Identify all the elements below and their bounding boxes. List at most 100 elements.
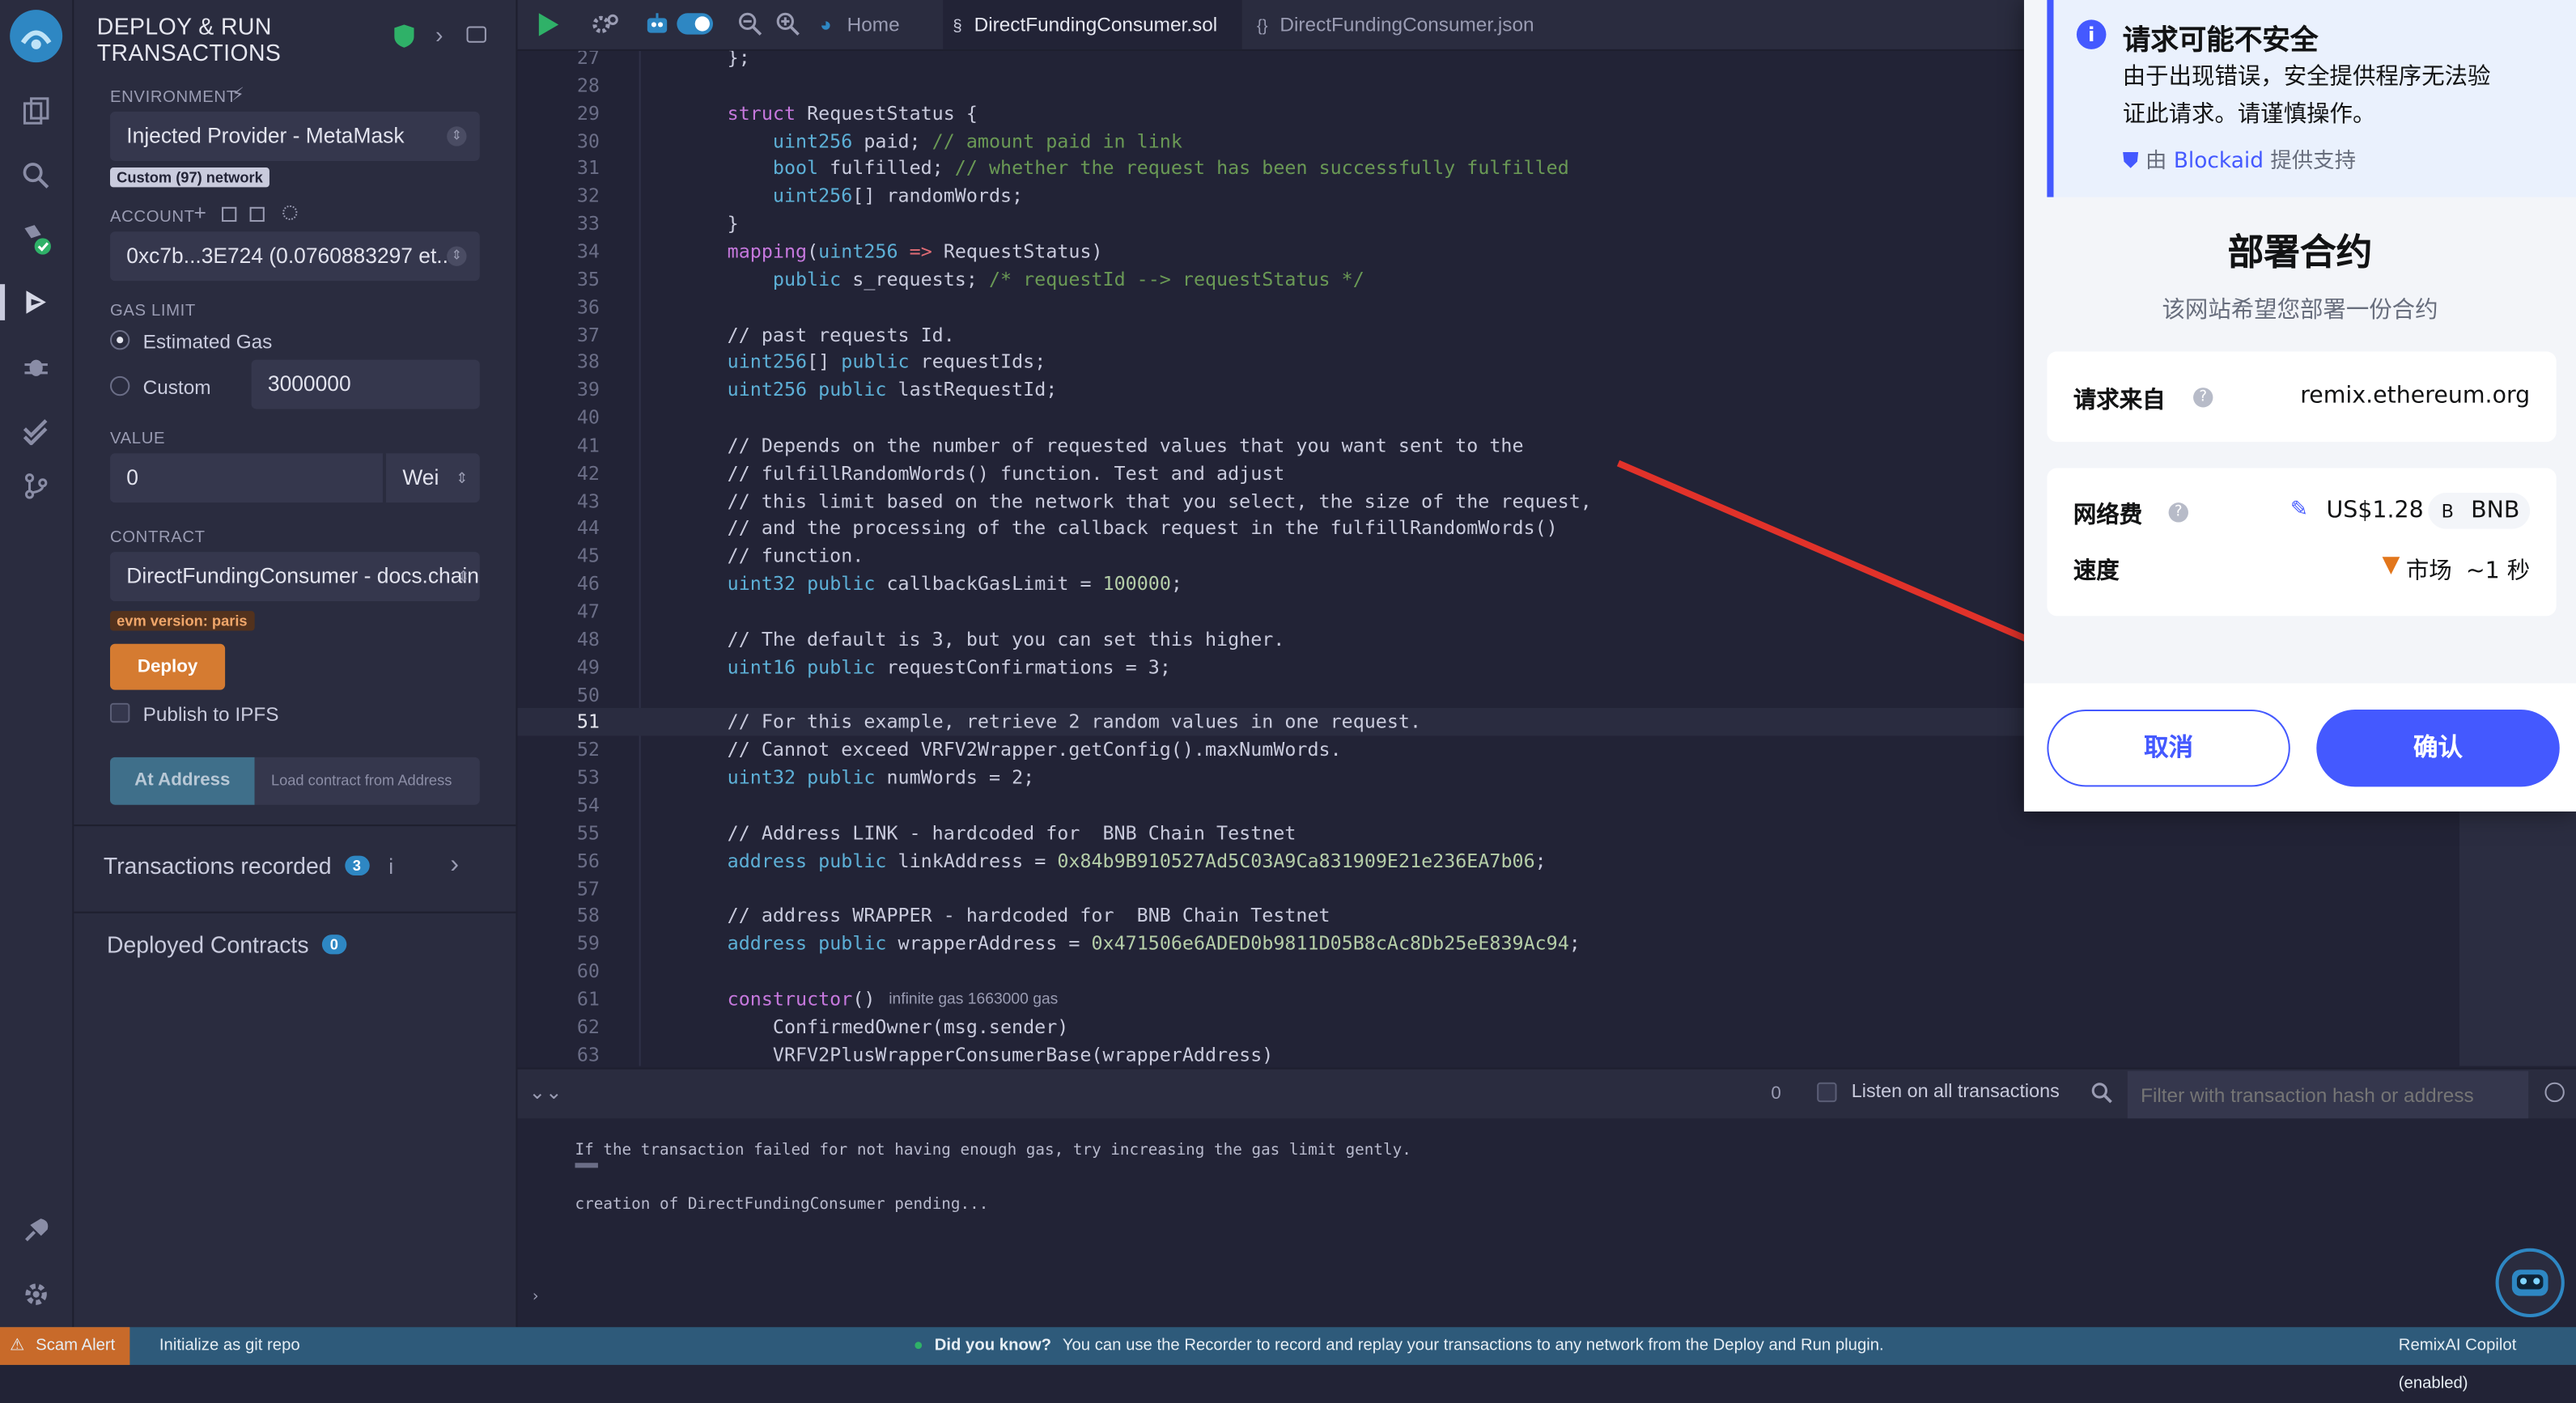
terminal-prompt[interactable]: › xyxy=(531,1288,541,1306)
confirm-button[interactable]: 确认 xyxy=(2316,709,2560,787)
line-number: 46 xyxy=(576,571,600,596)
transactions-recorded-row[interactable]: Transactions recorded 3 i xyxy=(104,853,393,879)
code-line[interactable]: 58 // address WRAPPER - hardcoded for BN… xyxy=(517,902,2576,930)
warning-title: 请求可能不安全 xyxy=(2122,24,2319,58)
code-line[interactable]: 61 constructor() infinite gas 1663000 gas xyxy=(517,985,2576,1014)
custom-gas-input[interactable]: 3000000 xyxy=(251,359,480,409)
line-number: 47 xyxy=(576,599,600,623)
plugin-manager-icon[interactable] xyxy=(16,1210,56,1250)
contract-select[interactable]: DirectFundingConsumer - docs.chain ⇕ xyxy=(110,552,480,601)
terminal-line: If the transaction failed for not having… xyxy=(575,1141,1411,1160)
panel-layout-icon[interactable] xyxy=(466,26,486,43)
code-text: uint256[] randomWords; xyxy=(772,184,1024,208)
deploy-button[interactable]: Deploy xyxy=(110,643,226,690)
value-unit-select[interactable]: Wei ⇕ xyxy=(384,453,480,503)
updown-arrow-icon: ⇕ xyxy=(457,568,470,585)
debugger-icon[interactable] xyxy=(16,346,56,386)
blockaid-link[interactable]: Blockaid xyxy=(2174,150,2264,174)
code-line[interactable]: 59 address public wrapperAddress = 0x471… xyxy=(517,930,2576,958)
environment-label: ENVIRONMENT xyxy=(110,88,237,107)
code-text: // past requests Id. xyxy=(681,322,955,346)
code-line[interactable]: 57 xyxy=(517,875,2576,903)
solidity-compiler-icon[interactable] xyxy=(16,220,56,260)
status-bar: ⚠ Scam Alert Initialize as git repo ● Di… xyxy=(0,1327,2576,1392)
remix-logo-icon[interactable] xyxy=(10,10,63,63)
code-text: mapping(uint256 => RequestStatus) xyxy=(727,239,1103,263)
speed-label: 速度 xyxy=(2073,558,2120,585)
ai-robot-icon[interactable] xyxy=(644,11,670,46)
code-line[interactable]: 55 // Address LINK - hardcoded for BNB C… xyxy=(517,820,2576,848)
tab-home[interactable]: ◕ Home xyxy=(813,0,948,49)
scam-alert-button[interactable]: ⚠ Scam Alert xyxy=(0,1327,130,1365)
compile-settings-icon[interactable] xyxy=(590,10,620,48)
line-number: 35 xyxy=(576,267,600,290)
settings-gear-icon[interactable] xyxy=(16,1274,56,1314)
edit-fee-icon[interactable]: ✎ xyxy=(2290,498,2308,522)
security-warning: i 请求可能不安全 由于出现错误，安全提供程序无法验 证此请求。请谨慎操作。 ⛊ … xyxy=(2047,0,2576,197)
custom-gas-radio[interactable] xyxy=(110,375,130,396)
help-icon[interactable]: ? xyxy=(2168,502,2188,523)
code-text: public s_requests; /* requestId --> requ… xyxy=(772,267,1364,290)
code-text: address public linkAddress = 0x84b9B9105… xyxy=(727,848,1547,872)
add-account-icon[interactable]: + xyxy=(194,201,206,225)
code-line[interactable]: 62 ConfirmedOwner(msg.sender) xyxy=(517,1013,2576,1041)
code-text: uint256[] public requestIds; xyxy=(727,350,1046,374)
git-icon[interactable] xyxy=(16,467,56,507)
collapse-terminal-icon[interactable]: ⌄⌄ xyxy=(529,1081,562,1104)
info-icon[interactable]: i xyxy=(388,854,393,879)
popup-footer: 取消 确认 xyxy=(2023,683,2576,812)
transaction-filter-input[interactable] xyxy=(2127,1070,2529,1119)
zoom-in-icon[interactable] xyxy=(775,11,800,45)
cancel-button[interactable]: 取消 xyxy=(2047,709,2290,787)
active-indicator xyxy=(0,284,6,320)
at-address-button[interactable]: At Address xyxy=(110,757,255,805)
account-select[interactable]: 0xc7b...3E724 (0.0760883297 et... ⇕ xyxy=(110,231,480,282)
search-icon[interactable] xyxy=(16,156,56,196)
code-line[interactable]: 56 address public linkAddress = 0x84b9B9… xyxy=(517,847,2576,875)
transactions-count-badge: 3 xyxy=(344,855,370,875)
estimated-gas-radio[interactable] xyxy=(110,330,130,350)
chevron-right-icon[interactable]: › xyxy=(435,21,443,47)
line-number: 29 xyxy=(576,101,600,125)
file-explorer-icon[interactable] xyxy=(16,92,56,132)
progress-bar xyxy=(575,1163,598,1168)
warning-body: 由于出现错误，安全提供程序无法验 证此请求。请谨慎操作。 xyxy=(2122,64,2491,129)
json-file-icon: {} xyxy=(1256,18,1268,36)
warning-icon: ⚠ xyxy=(10,1337,25,1355)
unit-testing-icon[interactable] xyxy=(16,411,56,451)
listen-all-checkbox[interactable] xyxy=(1817,1082,1837,1103)
ai-assistant-icon[interactable] xyxy=(2495,1248,2565,1318)
line-number: 57 xyxy=(576,876,600,900)
code-text: VRFV2PlusWrapperConsumerBase(wrapperAddr… xyxy=(681,1042,1274,1066)
line-number: 31 xyxy=(576,156,600,180)
tab-directfundingconsumer-sol[interactable]: § DirectFundingConsumer.sol ✕ xyxy=(943,0,1242,89)
line-number: 52 xyxy=(576,737,600,761)
deploy-run-icon[interactable] xyxy=(16,282,56,322)
run-icon[interactable] xyxy=(537,11,560,46)
copy-icon[interactable] xyxy=(249,206,265,223)
request-from-value: remix.ethereum.org xyxy=(2300,382,2531,409)
value-input[interactable]: 0 xyxy=(110,453,383,503)
code-text: struct RequestStatus { xyxy=(727,101,978,125)
chevron-right-icon[interactable]: › xyxy=(450,851,459,881)
code-text: uint16 public requestConfirmations = 3; xyxy=(727,655,1171,678)
edit-icon[interactable] xyxy=(222,206,237,223)
fox-icon: ▼ xyxy=(2382,552,2400,579)
code-line[interactable]: 63 VRFV2PlusWrapperConsumerBase(wrapperA… xyxy=(517,1041,2576,1066)
code-text: // Cannot exceed VRFV2Wrapper.getConfig(… xyxy=(681,737,1342,761)
load-contract-input[interactable]: Load contract from Address xyxy=(254,757,480,805)
code-line[interactable]: 60 xyxy=(517,958,2576,986)
init-git-button[interactable]: Initialize as git repo xyxy=(159,1327,300,1365)
loading-icon xyxy=(282,205,298,221)
clear-icon[interactable] xyxy=(2544,1082,2565,1103)
gas-limit-label: GAS LIMIT xyxy=(110,302,196,320)
tab-directfundingconsumer-json[interactable]: {} DirectFundingConsumer.json xyxy=(1250,0,1546,49)
fee-value: US$1.28 xyxy=(2326,498,2424,524)
shield-check-icon[interactable] xyxy=(394,24,414,56)
environment-select[interactable]: Injected Provider - MetaMask ⇕ xyxy=(110,112,480,161)
ai-toggle[interactable] xyxy=(677,13,714,35)
help-icon[interactable]: ? xyxy=(2193,388,2213,408)
value-label: VALUE xyxy=(110,430,166,449)
zoom-out-icon[interactable] xyxy=(737,11,762,45)
publish-ipfs-checkbox[interactable] xyxy=(110,702,130,723)
